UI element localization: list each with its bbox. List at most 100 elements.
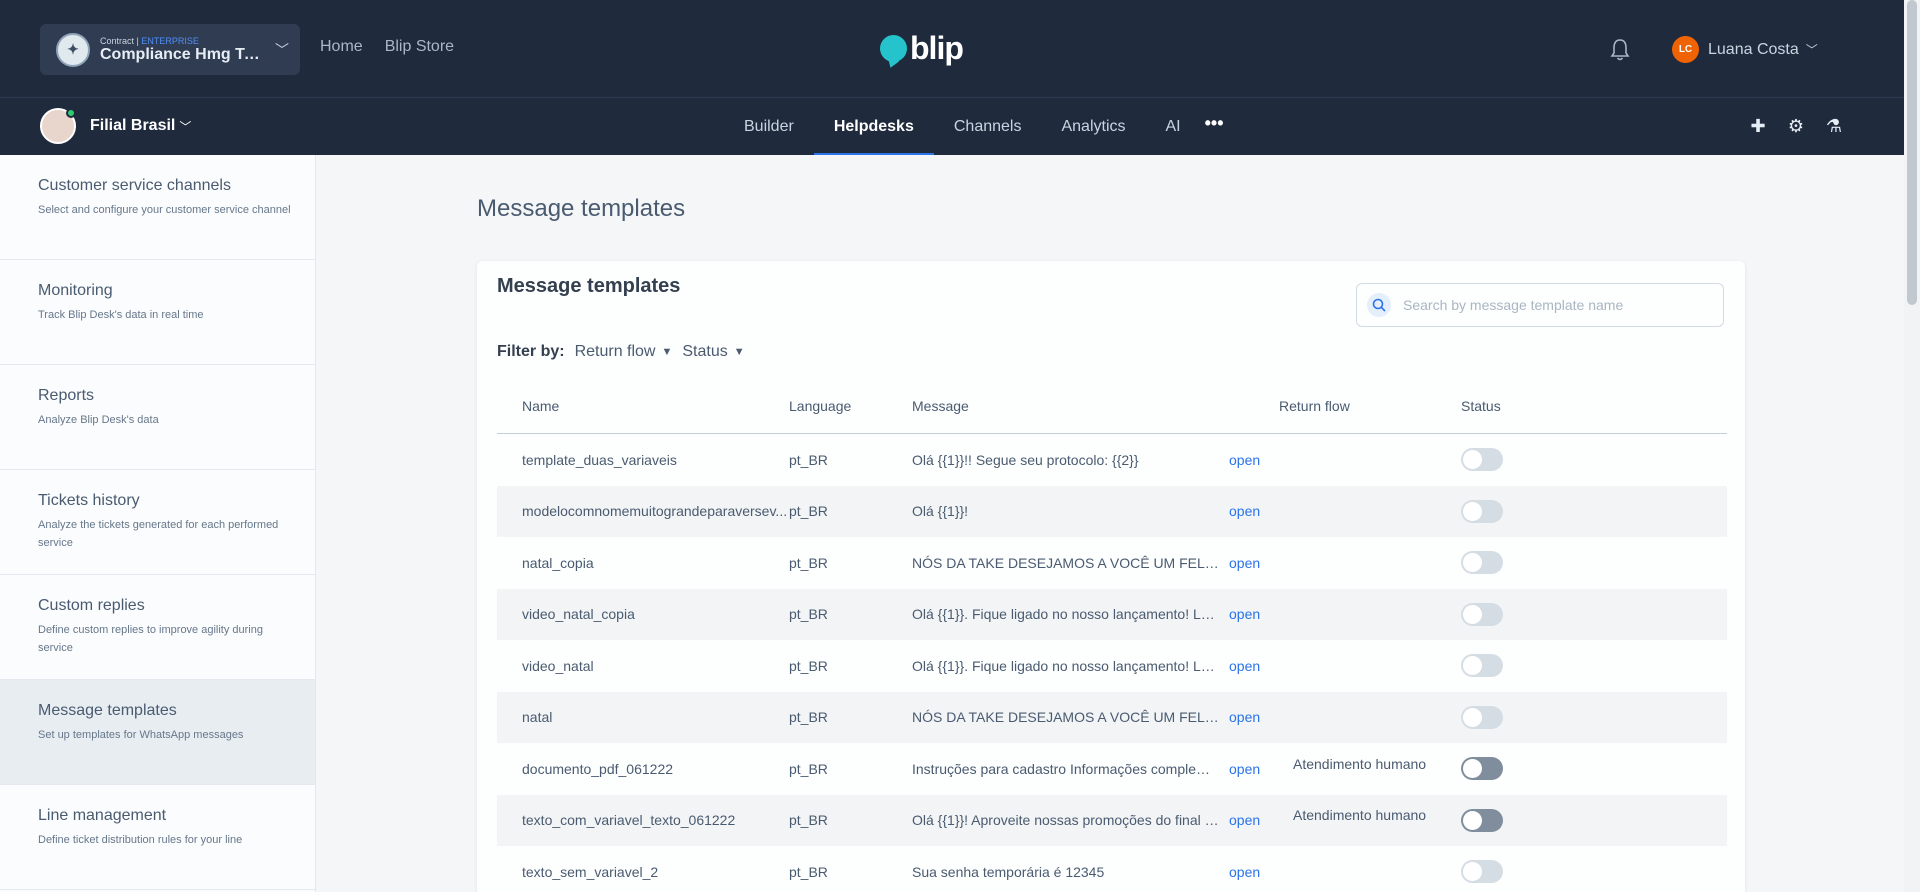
sidebar-item-line-management[interactable]: Line management Define ticket distributi… [0,785,315,890]
table-row[interactable]: documento_pdf_061222 pt_BR Instruções para… [497,743,1727,795]
nav-blip-store[interactable]: Blip Store [385,38,454,56]
status-toggle[interactable] [1461,654,1503,678]
flask-icon[interactable]: ⚗ [1824,116,1844,136]
scrollbar[interactable] [1904,0,1920,892]
status-toggle[interactable] [1461,499,1503,523]
table-row[interactable]: template_duas_variaveis pt_BR Olá {{1}}!! … [497,434,1727,486]
filter-bar: Filter by: Return flow ▼ Status ▼ [497,343,745,361]
sidebar-item-reports[interactable]: Reports Analyze Blip Desk's data [0,365,315,470]
table-row[interactable]: natal pt_BR NÓS DA TAKE DESEJAMOS A VOCÊ U… [497,691,1727,743]
status-toggle[interactable] [1461,602,1503,626]
status-toggle[interactable] [1461,448,1503,472]
blip-logo[interactable]: blip [880,30,964,67]
online-indicator [66,108,76,118]
chevron-down-icon: ﹀ [1805,43,1818,57]
open-link[interactable]: open [1229,606,1279,622]
open-link[interactable]: open [1229,452,1279,468]
filter-return-flow[interactable]: Return flow ▼ [575,343,673,361]
template-language: pt_BR [789,451,828,468]
bell-icon[interactable] [1609,38,1631,62]
sidebar-item-tickets-history[interactable]: Tickets history Analyze the tickets gene… [0,470,315,575]
sidebar: Customer service channels Select and con… [0,155,316,892]
extensions-icon[interactable]: ✚ [1748,116,1768,136]
toggle-knob [1463,450,1482,470]
user-menu[interactable]: LC Luana Costa ﹀ [1672,36,1818,63]
status-toggle[interactable] [1461,808,1503,832]
page-title: Message templates [477,195,686,222]
sidebar-item-message-templates[interactable]: Message templates Set up templates for W… [0,680,315,785]
table-header: Name Language Message Return flow Status [497,379,1727,434]
filter-label: Filter by: [497,343,565,360]
toggle-knob [1463,604,1482,624]
search-input[interactable] [1401,296,1701,314]
sidebar-item-monitoring[interactable]: Monitoring Track Blip Desk's data in rea… [0,260,315,365]
template-return-flow: Atendimento humano [1293,807,1427,824]
template-name: modelocomnomemuitograndeparaversev... [522,503,788,520]
open-link[interactable]: open [1229,555,1279,571]
table-row[interactable]: texto_com_variavel_texto_061222 pt_BR Olá … [497,794,1727,846]
status-toggle[interactable] [1461,551,1503,575]
column-header-status[interactable]: Status [1461,398,1661,414]
sidebar-item-customer-service-channels[interactable]: Customer service channels Select and con… [0,155,315,260]
table-row[interactable]: texto_sem_variavel_2 pt_BR Sua senha tempo… [497,846,1727,892]
template-name: video_natal_copia [522,606,635,623]
search-box[interactable] [1356,283,1724,327]
template-message: NÓS DA TAKE DESEJAMOS A VOCÊ UM FELIZ ..… [912,709,1229,726]
search-icon [1367,293,1391,317]
template-message: Olá {{1}}. Fique ligado no nosso lançame… [912,606,1229,623]
toggle-knob [1463,862,1482,882]
bot-navbar: Filial Brasil ﹀ Builder Helpdesks Channe… [0,97,1904,156]
template-name: texto_sem_variavel_2 [522,863,659,880]
table-row[interactable]: modelocomnomemuitograndeparaversev... pt_… [497,485,1727,537]
template-name: template_duas_variaveis [522,451,677,468]
nav-home[interactable]: Home [320,38,363,56]
column-header-message[interactable]: Message [912,398,1229,414]
column-header-return-flow[interactable]: Return flow [1279,398,1461,414]
open-link[interactable]: open [1229,761,1279,777]
template-language: pt_BR [789,606,828,623]
contract-selector[interactable]: ✦ Contract | ENTERPRISE Compliance Hmg T… [40,24,300,75]
templates-card: Message templates Filter by: Return flow… [477,261,1745,892]
bot-selector[interactable]: Filial Brasil ﹀ [40,108,191,144]
more-icon[interactable]: ••• [1201,98,1224,156]
table-row[interactable]: video_natal_copia pt_BR Olá {{1}}. Fique l… [497,588,1727,640]
template-language: pt_BR [789,554,828,571]
bot-avatar [40,108,76,144]
template-language: pt_BR [789,812,828,829]
open-link[interactable]: open [1229,812,1279,828]
filter-status[interactable]: Status ▼ [682,343,744,361]
template-return-flow: Atendimento humano [1293,755,1427,772]
column-header-language[interactable]: Language [789,398,912,414]
table-row[interactable]: video_natal pt_BR Olá {{1}}. Fique ligado … [497,640,1727,692]
contract-name: Compliance Hmg Ta... [100,45,265,63]
open-link[interactable]: open [1229,864,1279,880]
tab-analytics[interactable]: Analytics [1041,98,1145,156]
open-link[interactable]: open [1229,709,1279,725]
tab-builder[interactable]: Builder [724,98,814,156]
column-header-name[interactable]: Name [497,398,789,414]
open-link[interactable]: open [1229,658,1279,674]
open-link[interactable]: open [1229,503,1279,519]
template-name: natal [522,709,553,726]
tab-channels[interactable]: Channels [934,98,1042,156]
toggle-knob [1463,656,1482,676]
sidebar-item-custom-replies[interactable]: Custom replies Define custom replies to … [0,575,315,680]
blip-bubble-icon [880,35,907,62]
template-message: Olá {{1}}! [912,503,969,520]
status-toggle[interactable] [1461,705,1503,729]
template-message: Olá {{1}}. Fique ligado no nosso lançame… [912,657,1229,674]
tab-helpdesks[interactable]: Helpdesks [813,98,934,156]
status-toggle[interactable] [1461,860,1503,884]
tab-ai[interactable]: AI [1146,98,1201,156]
template-name: natal_copia [522,554,594,571]
table-row[interactable]: natal_copia pt_BR NÓS DA TAKE DESEJAMOS A … [497,537,1727,589]
template-name: documento_pdf_061222 [522,760,674,777]
contract-logo: ✦ [56,32,90,67]
toggle-knob [1463,707,1482,727]
gear-icon[interactable]: ⚙ [1786,116,1806,136]
template-name: video_natal [522,657,594,674]
scrollbar-thumb[interactable] [1907,0,1917,305]
template-name: texto_com_variavel_texto_061222 [522,812,736,829]
toggle-knob [1463,501,1482,521]
status-toggle[interactable] [1461,757,1503,781]
